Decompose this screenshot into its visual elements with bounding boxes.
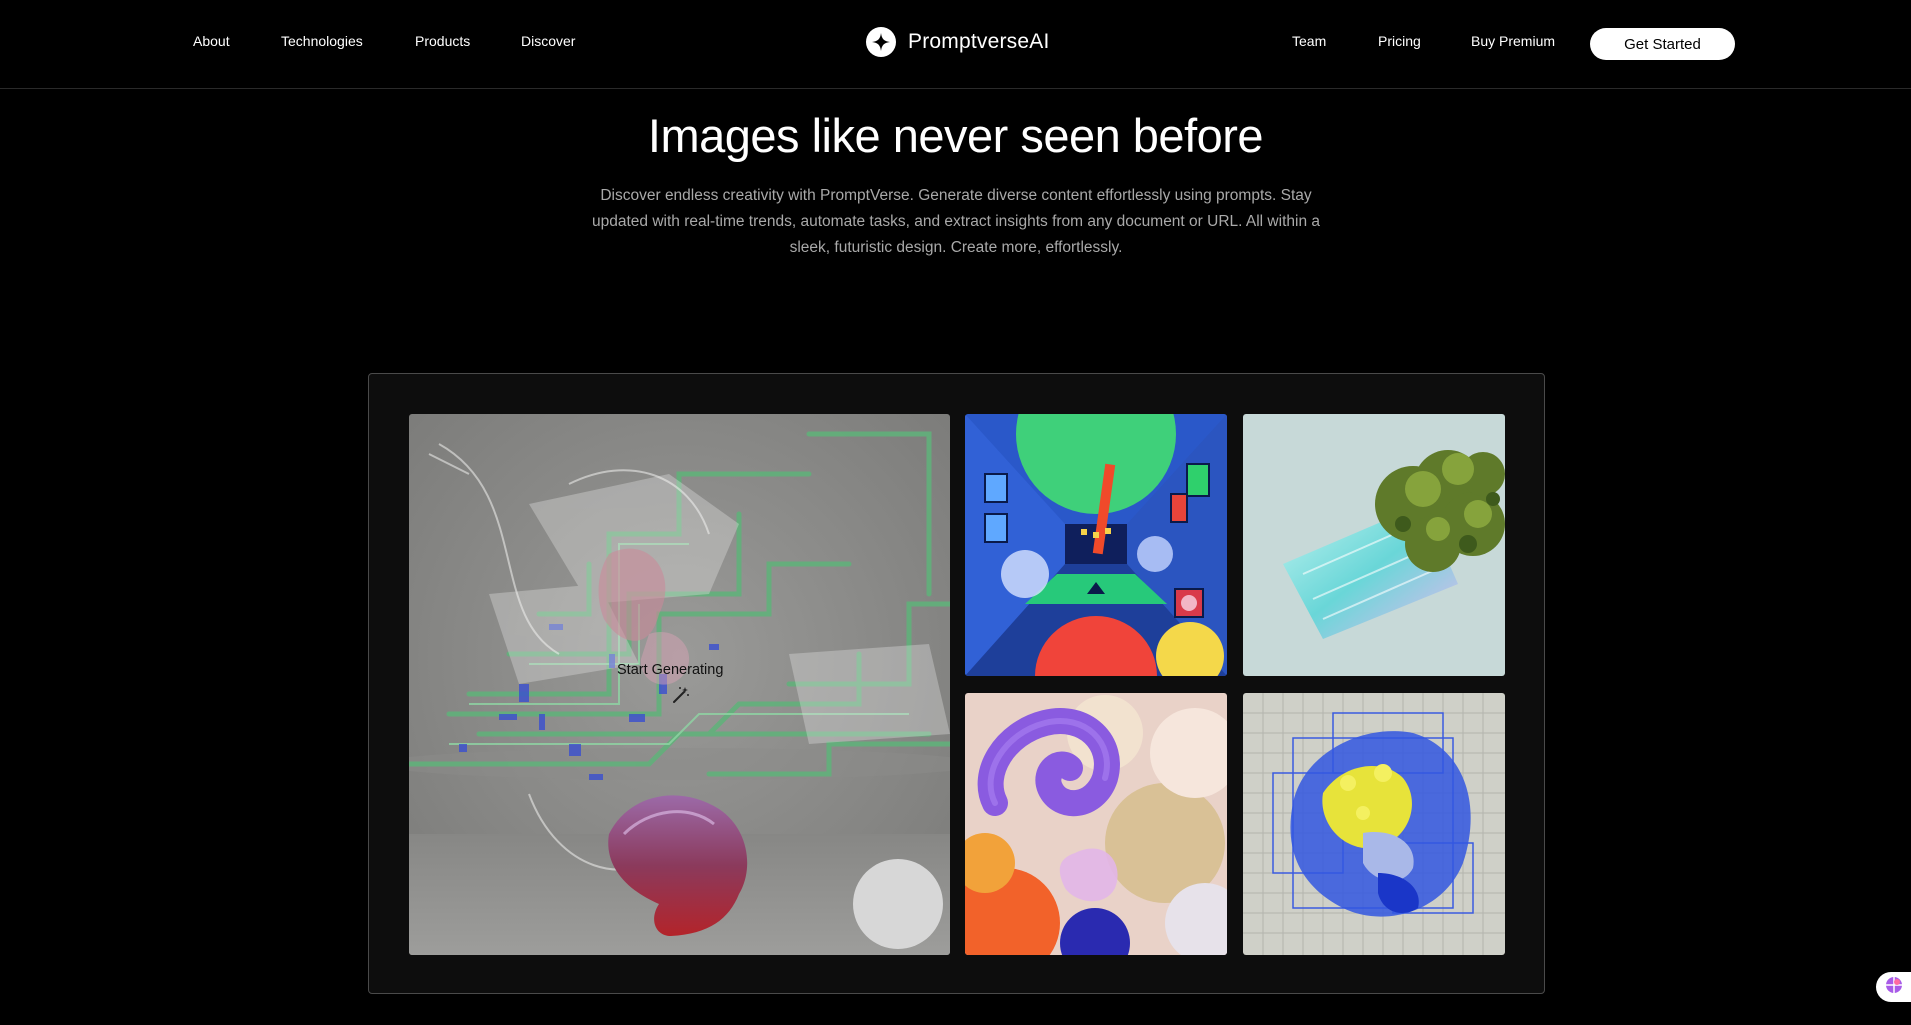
brand-name: PromptverseAI [908,30,1050,53]
nav-link-technologies[interactable]: Technologies [281,33,363,49]
hero-description: Discover endless creativity with PromptV… [592,187,1320,256]
magic-wand-icon [671,685,691,705]
gallery-image-main[interactable]: Start Generating [409,414,950,955]
top-navigation: About Technologies Products Discover Pro… [0,0,1911,89]
gallery-image-arcade-corridor[interactable] [965,414,1227,676]
page-title: Images like never seen before [647,109,1264,162]
sparkle-icon [866,27,896,57]
gallery-image-coral-grid[interactable] [1243,693,1505,955]
get-started-button[interactable]: Get Started [1590,28,1735,60]
nav-link-pricing[interactable]: Pricing [1378,33,1421,49]
brand-logo[interactable]: PromptverseAI [866,27,1049,57]
chat-widget-icon [1885,976,1903,999]
chat-widget[interactable] [1876,972,1911,1002]
nav-link-products[interactable]: Products [415,33,470,49]
gallery-image-crystal-moss[interactable] [1243,414,1505,676]
start-generating-label[interactable]: Start Generating [617,662,723,678]
cursor-follower [853,859,943,949]
gallery-image-clay-shapes[interactable] [965,693,1227,955]
nav-link-about[interactable]: About [193,33,230,49]
nav-link-buy-premium[interactable]: Buy Premium [1471,33,1555,49]
nav-link-discover[interactable]: Discover [521,33,575,49]
image-gallery: Start Generating [368,373,1545,994]
nav-link-team[interactable]: Team [1292,33,1326,49]
